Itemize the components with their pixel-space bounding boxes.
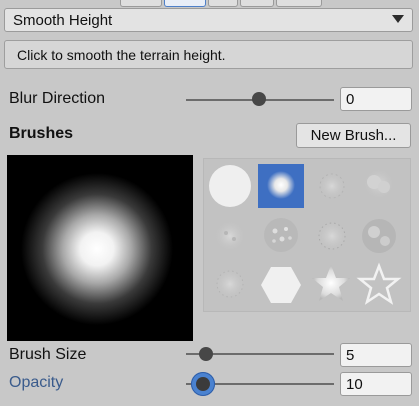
brush-preview [7, 155, 193, 341]
blur-direction-field[interactable]: 0 [340, 87, 412, 111]
toolbar-tab-2[interactable] [164, 0, 206, 7]
opacity-field[interactable]: 10 [340, 372, 412, 396]
circle-brush-icon [209, 165, 251, 207]
chevron-down-icon [392, 15, 404, 23]
dotted-ring-brush-icon [316, 220, 348, 252]
soft-glow-brush-icon [267, 171, 295, 199]
brush-cell-rough-splat[interactable] [362, 219, 396, 253]
hexagon-brush-icon [261, 267, 301, 303]
brushes-heading: Brushes [9, 125, 74, 142]
brush-cell-speckle[interactable] [264, 218, 298, 252]
opacity-handle[interactable] [196, 377, 210, 391]
tool-dropdown-value: Smooth Height [13, 12, 113, 29]
faint-noise-brush-icon [214, 268, 246, 300]
brush-cell-dotted-ring[interactable] [316, 220, 348, 252]
blur-direction-handle[interactable] [252, 92, 266, 106]
speckle-brush-icon [264, 218, 298, 252]
tool-dropdown[interactable]: Smooth Height [4, 8, 413, 32]
brush-size-field[interactable]: 5 [340, 343, 412, 367]
brush-grid-canvas [209, 164, 402, 305]
opacity-slider[interactable] [186, 371, 334, 397]
toolbar-tab-3[interactable] [208, 0, 238, 7]
toolbar-tab-4[interactable] [240, 0, 274, 7]
brush-size-value: 5 [346, 347, 355, 364]
star-glow-brush-icon [312, 265, 350, 301]
opacity-label: Opacity [9, 374, 64, 391]
brush-cell-faint-noise[interactable] [214, 268, 246, 300]
opacity-value: 10 [346, 376, 363, 393]
brush-size-label: Brush Size [9, 346, 87, 363]
toolbar-tab-1[interactable] [120, 0, 162, 7]
toolbar-tab-5[interactable] [276, 0, 322, 7]
brush-cell-noise-splatter[interactable] [214, 220, 246, 252]
brush-cell-hexagon[interactable] [261, 267, 301, 303]
blur-direction-label: Blur Direction [9, 90, 106, 107]
noise-splatter-brush-icon [214, 220, 246, 252]
help-box: Click to smooth the terrain height. [4, 40, 413, 69]
brush-cell-star-outline[interactable] [356, 262, 402, 305]
brush-cell-star-glow[interactable] [312, 265, 350, 301]
blur-direction-value: 0 [346, 91, 355, 108]
star-outline-brush-icon [356, 262, 402, 305]
brush-cell-circle[interactable] [209, 165, 251, 207]
brush-cell-dotted-cloud[interactable] [318, 172, 346, 200]
rough-splat-brush-icon [362, 219, 396, 253]
dotted-cloud-brush-icon [318, 172, 346, 200]
brush-size-handle[interactable] [199, 347, 213, 361]
brush-preview-image [21, 173, 173, 325]
brush-size-slider[interactable] [186, 342, 334, 366]
brush-cell-soft-glow[interactable] [258, 164, 304, 208]
new-brush-button[interactable]: New Brush... [296, 123, 411, 148]
brush-cell-cloud-blob[interactable] [363, 168, 395, 200]
blur-direction-slider[interactable] [186, 88, 334, 112]
brush-grid [203, 158, 411, 312]
help-text: Click to smooth the terrain height. [17, 47, 226, 63]
